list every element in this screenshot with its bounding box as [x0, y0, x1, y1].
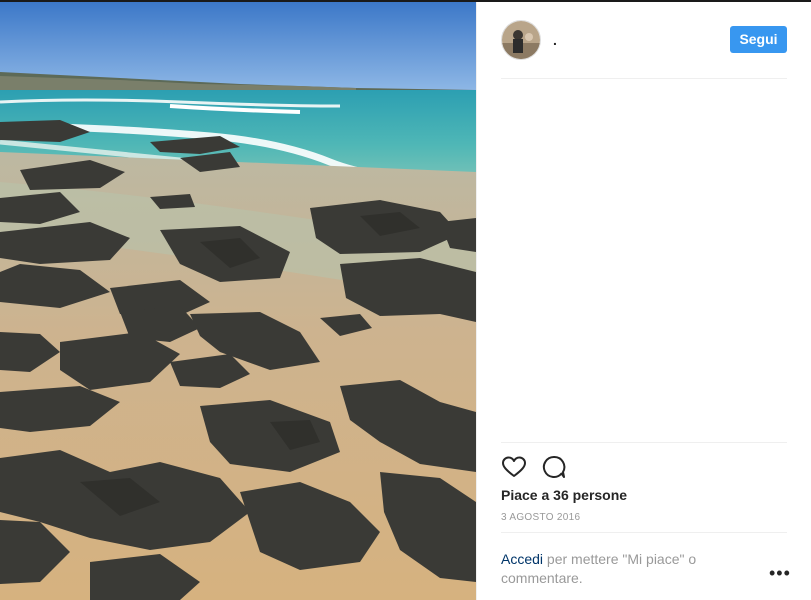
post-sidebar: . Segui Piace a 36 persone 3 AGOSTO 2016…	[476, 2, 811, 600]
login-prompt: Accedi per mettere "Mi piace" o commenta…	[501, 550, 731, 588]
avatar[interactable]	[501, 20, 541, 60]
actions-divider	[501, 442, 787, 443]
header-divider	[501, 78, 787, 79]
login-link[interactable]: Accedi	[501, 551, 543, 567]
follow-button[interactable]: Segui	[730, 26, 787, 53]
heart-icon[interactable]	[501, 454, 527, 480]
post-date: 3 AGOSTO 2016	[501, 512, 581, 523]
username[interactable]: .	[553, 32, 557, 48]
comment-icon[interactable]	[541, 454, 567, 480]
comments-divider	[501, 532, 787, 533]
more-options-icon[interactable]: •••	[769, 563, 791, 584]
likes-count[interactable]: Piace a 36 persone	[501, 487, 627, 503]
post-photo[interactable]	[0, 2, 476, 600]
